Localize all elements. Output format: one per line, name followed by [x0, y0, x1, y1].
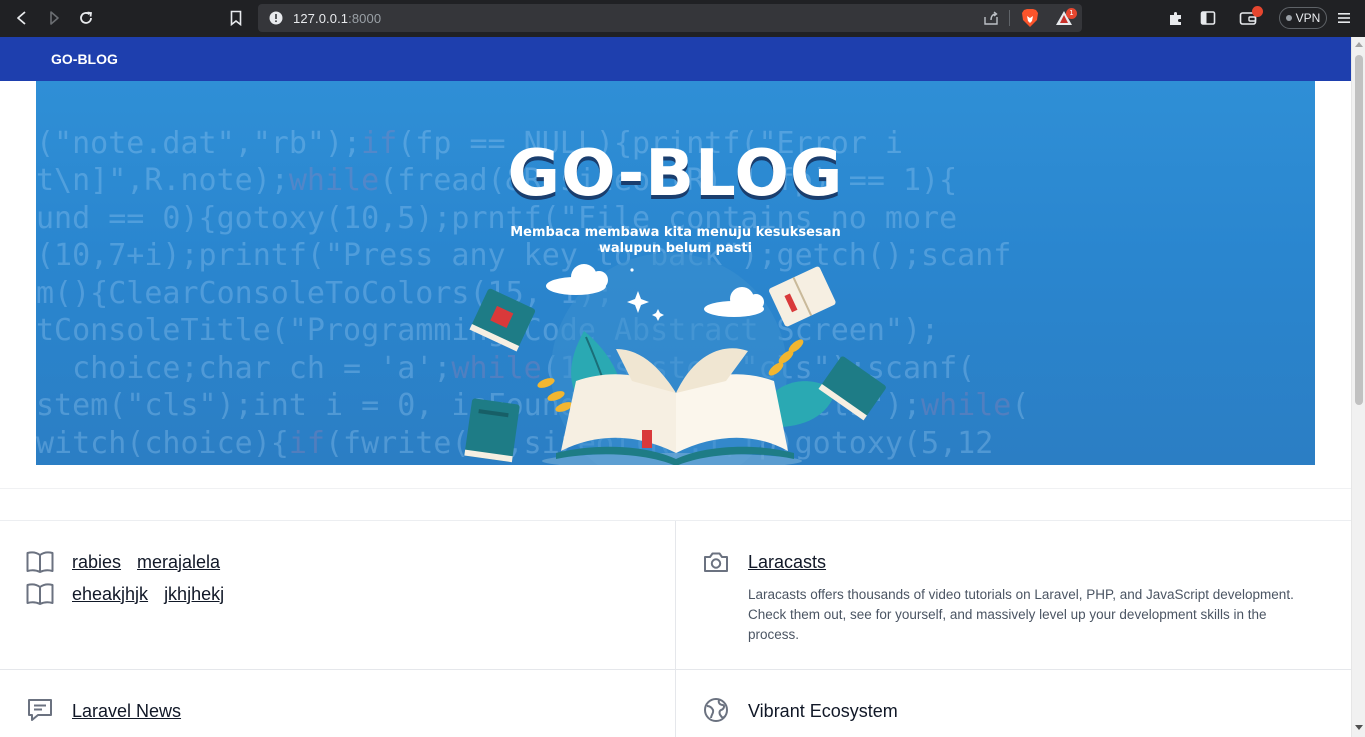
address-divider — [1009, 10, 1010, 26]
laracasts-card: Laracasts Laracasts offers thousands of … — [676, 521, 1351, 670]
url-port: :8000 — [348, 11, 382, 26]
forward-arrow-icon[interactable] — [41, 6, 67, 30]
scroll-up-arrow[interactable] — [1355, 42, 1363, 47]
laravel-news-link[interactable]: Laravel News — [72, 701, 181, 722]
tags-row: eheakjhjk jkhjhekj — [26, 581, 240, 607]
book-standing-right — [818, 356, 886, 421]
laracasts-link[interactable]: Laracasts — [748, 552, 826, 573]
tag-link[interactable]: merajalela — [137, 552, 220, 573]
open-book-bookmark — [642, 430, 652, 448]
bookmark-icon[interactable] — [223, 6, 249, 30]
address-bar[interactable]: 127.0.0.1:8000 1 — [258, 4, 1082, 32]
tags-row: rabies merajalela — [26, 549, 236, 575]
site-navbar: GO-BLOG — [0, 37, 1351, 81]
tag-link[interactable]: eheakjhjk — [72, 584, 148, 605]
wallet-notification-dot — [1252, 6, 1263, 17]
hero-subtitle-line-2: walupun belum pasti — [598, 241, 753, 256]
book-bottom-left — [464, 398, 520, 463]
book-floating-left — [469, 288, 536, 352]
tags-card: rabies merajalela eheakjhjk jkhjhekj — [0, 521, 676, 670]
url-text[interactable]: 127.0.0.1:8000 — [293, 11, 381, 26]
puzzle-icon[interactable] — [1165, 7, 1187, 29]
info-icon[interactable] — [265, 7, 287, 29]
hero-subtitle-line-1: Membaca membawa kita menuju kesuksesan — [510, 225, 841, 240]
hamburger-menu-icon[interactable] — [1333, 7, 1355, 29]
globe-icon — [704, 698, 728, 722]
scroll-thumb[interactable] — [1355, 55, 1363, 405]
section-divider — [0, 488, 1351, 521]
browser-toolbar: 127.0.0.1:8000 1 VPN — [0, 0, 1365, 37]
open-book-icon — [26, 583, 54, 605]
laracasts-description: Laracasts offers thousands of video tuto… — [748, 587, 1294, 642]
url-host: 127.0.0.1 — [293, 11, 349, 26]
scroll-down-arrow[interactable] — [1355, 725, 1363, 730]
brave-lion-icon[interactable] — [1019, 7, 1041, 29]
features-grid: rabies merajalela eheakjhjk jkhjhekj Lar… — [0, 521, 1351, 737]
reload-icon[interactable] — [73, 6, 99, 30]
rewards-badge: 1 — [1066, 8, 1077, 19]
tag-link[interactable]: jkhjhekj — [164, 584, 224, 605]
book-floating-right — [769, 266, 836, 327]
brand-link[interactable]: GO-BLOG — [51, 51, 118, 67]
vpn-button[interactable]: VPN — [1279, 7, 1327, 29]
sidebar-icon[interactable] — [1197, 7, 1219, 29]
ecosystem-card: Vibrant Ecosystem — [676, 670, 1351, 737]
hero-title: GO-BLOG — [507, 137, 844, 211]
ecosystem-title: Vibrant Ecosystem — [748, 701, 898, 721]
cloud-left — [546, 264, 608, 295]
camera-icon — [704, 552, 728, 572]
chat-bubble-icon — [28, 699, 52, 721]
back-arrow-icon[interactable] — [9, 6, 35, 30]
sparkle-dot — [630, 268, 634, 272]
vpn-status-dot — [1285, 15, 1292, 21]
laravel-news-card: Laravel News — [0, 670, 676, 737]
page-scrollbar[interactable] — [1351, 37, 1365, 737]
hero-banner: ("note.dat","rb");if(fp == NULL){printf(… — [36, 81, 1315, 465]
share-icon[interactable] — [980, 7, 1002, 29]
open-book-icon — [26, 551, 54, 573]
hero-subtitle: Membaca membawa kita menuju kesuksesan w… — [36, 225, 1315, 257]
vpn-label: VPN — [1295, 11, 1321, 25]
tag-link[interactable]: rabies — [72, 552, 121, 573]
